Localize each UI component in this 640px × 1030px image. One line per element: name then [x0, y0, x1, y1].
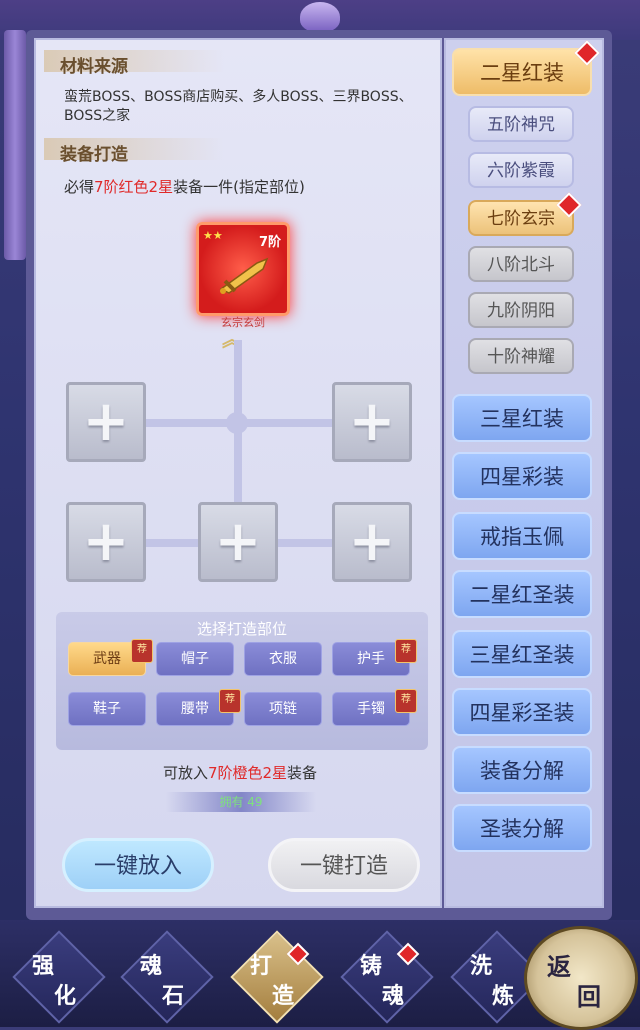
- category-tab[interactable]: 三星红圣装: [452, 630, 592, 678]
- part-label: 武器: [93, 651, 121, 667]
- part-label: 帽子: [181, 651, 209, 667]
- part-label: 腰带: [181, 701, 209, 717]
- category-tab-label: 九阶阴阳: [487, 301, 555, 321]
- category-tab[interactable]: 九阶阴阳: [468, 292, 574, 328]
- category-tab-label: 四星彩装: [480, 465, 564, 489]
- category-tab[interactable]: 四星彩圣装: [452, 688, 592, 736]
- part-button[interactable]: 武器荐: [68, 639, 153, 676]
- part-label: 项链: [269, 701, 297, 717]
- category-tab[interactable]: 圣装分解: [452, 804, 592, 852]
- connector-node: [226, 412, 248, 434]
- category-tabs: 二星红装五阶神咒六阶紫霞七阶玄宗八阶北斗九阶阴阳十阶神耀三星红装四星彩装戒指玉佩…: [444, 38, 604, 908]
- category-tab[interactable]: 二星红装: [452, 40, 600, 96]
- recommend-badge: 荐: [395, 639, 417, 663]
- material-slot-5[interactable]: +: [332, 502, 412, 582]
- recommend-badge: 荐: [131, 639, 153, 663]
- material-slot-3[interactable]: +: [66, 502, 146, 582]
- part-label: 手镯: [357, 701, 385, 717]
- category-tab[interactable]: 五阶神咒: [468, 106, 574, 142]
- sword-icon: [219, 257, 269, 294]
- bottom-tab-label: 化: [54, 983, 77, 1009]
- category-tab[interactable]: 十阶神耀: [468, 338, 574, 374]
- forge-pane: 材料来源 蛮荒BOSS、BOSS商店购买、多人BOSS、三界BOSS、BOSS之…: [34, 38, 442, 908]
- category-tab[interactable]: 三星红装: [452, 394, 592, 442]
- category-tab-label: 三星红圣装: [469, 643, 575, 667]
- part-button[interactable]: 帽子: [156, 642, 234, 676]
- back-button[interactable]: 返 回: [524, 926, 638, 1030]
- part-button[interactable]: 鞋子: [68, 692, 146, 726]
- item-stars: ★★: [203, 229, 223, 242]
- category-tab-label: 二星红圣装: [469, 583, 575, 607]
- category-tab-label: 八阶北斗: [487, 255, 555, 275]
- category-tab-label: 四星彩圣装: [469, 701, 575, 725]
- part-button[interactable]: 项链: [244, 692, 322, 726]
- category-tab[interactable]: 四星彩装: [452, 452, 592, 500]
- materials-desc: 蛮荒BOSS、BOSS商店购买、多人BOSS、三界BOSS、BOSS之家: [64, 89, 413, 124]
- back-label-2: 回: [577, 982, 601, 1011]
- part-button[interactable]: 衣服: [244, 642, 322, 676]
- category-tab[interactable]: 装备分解: [452, 746, 592, 794]
- bottom-tab-label: 打: [250, 953, 273, 979]
- bottom-tab-label: 铸: [360, 953, 383, 979]
- bottom-tab[interactable]: 强化: [12, 930, 106, 1024]
- guarantee-text: 必得7阶红色2星装备一件(指定部位): [64, 178, 305, 196]
- plus-icon: +: [348, 509, 396, 574]
- part-label: 衣服: [269, 651, 297, 667]
- place-hint: 可放入7阶橙色2星装备: [162, 764, 318, 782]
- material-slot-1[interactable]: +: [66, 382, 146, 462]
- bottom-tab-label: 魂: [140, 953, 163, 979]
- bottom-tab-label: 炼: [492, 983, 515, 1009]
- category-tab-label: 圣装分解: [480, 817, 564, 841]
- put-all-button[interactable]: 一键放入: [62, 838, 214, 892]
- category-tab[interactable]: 戒指玉佩: [452, 512, 592, 560]
- plus-icon: +: [82, 389, 130, 454]
- red-dot-icon: [574, 40, 600, 66]
- bottom-tab-label: 造: [272, 983, 295, 1009]
- result-item-slot[interactable]: ★★ 7阶: [196, 222, 290, 316]
- material-slot-4[interactable]: +: [198, 502, 278, 582]
- part-button[interactable]: 手镯荐: [332, 689, 417, 726]
- forge-all-button[interactable]: 一键打造: [268, 838, 420, 892]
- forge-title: 装备打造: [60, 145, 128, 165]
- category-tab[interactable]: 八阶北斗: [468, 246, 574, 282]
- bottom-tab-label: 强: [32, 953, 55, 979]
- bottom-tab-label: 魂: [382, 983, 405, 1009]
- part-label: 护手: [357, 651, 385, 667]
- bottom-tab[interactable]: 铸魂: [340, 930, 434, 1024]
- category-tab-label: 二星红装: [480, 61, 564, 85]
- category-tab-label: 十阶神耀: [487, 347, 555, 367]
- bottom-tab-label: 石: [162, 983, 185, 1009]
- red-dot-icon: [556, 192, 582, 218]
- part-button[interactable]: 腰带荐: [156, 689, 241, 726]
- materials-title: 材料来源: [60, 57, 128, 77]
- plus-icon: +: [348, 389, 396, 454]
- category-tab[interactable]: 二星红圣装: [452, 570, 592, 618]
- part-button[interactable]: 护手荐: [332, 639, 417, 676]
- recommend-badge: 荐: [395, 689, 417, 713]
- part-select-box: 选择打造部位 武器荐帽子 衣服 护手荐鞋子 腰带荐项链 手镯荐: [56, 612, 428, 750]
- side-ribbon: [4, 30, 26, 260]
- part-label: 鞋子: [93, 701, 121, 717]
- back-label-1: 返: [547, 952, 571, 981]
- material-count: 拥有 49: [166, 792, 316, 812]
- item-level: 7阶: [258, 235, 281, 250]
- bottom-tab[interactable]: 打造: [230, 930, 324, 1024]
- plus-icon: +: [214, 509, 262, 574]
- recommend-badge: 荐: [219, 689, 241, 713]
- plus-icon: +: [82, 509, 130, 574]
- category-tab-label: 戒指玉佩: [480, 525, 564, 549]
- category-tab-label: 三星红装: [480, 407, 564, 431]
- category-tab[interactable]: 七阶玄宗: [468, 192, 582, 236]
- part-select-title: 选择打造部位: [196, 620, 287, 638]
- material-slot-2[interactable]: +: [332, 382, 412, 462]
- crest-icon: [300, 2, 340, 32]
- category-tab-label: 六阶紫霞: [487, 161, 555, 181]
- bottom-tab[interactable]: 魂石: [120, 930, 214, 1024]
- category-tab-label: 五阶神咒: [487, 115, 555, 135]
- category-tab-label: 装备分解: [480, 759, 564, 783]
- category-tab[interactable]: 六阶紫霞: [468, 152, 574, 188]
- category-tab-label: 七阶玄宗: [487, 209, 555, 229]
- result-item-name: 玄宗玄剑: [221, 316, 265, 329]
- bottom-tab-label: 洗: [470, 953, 493, 979]
